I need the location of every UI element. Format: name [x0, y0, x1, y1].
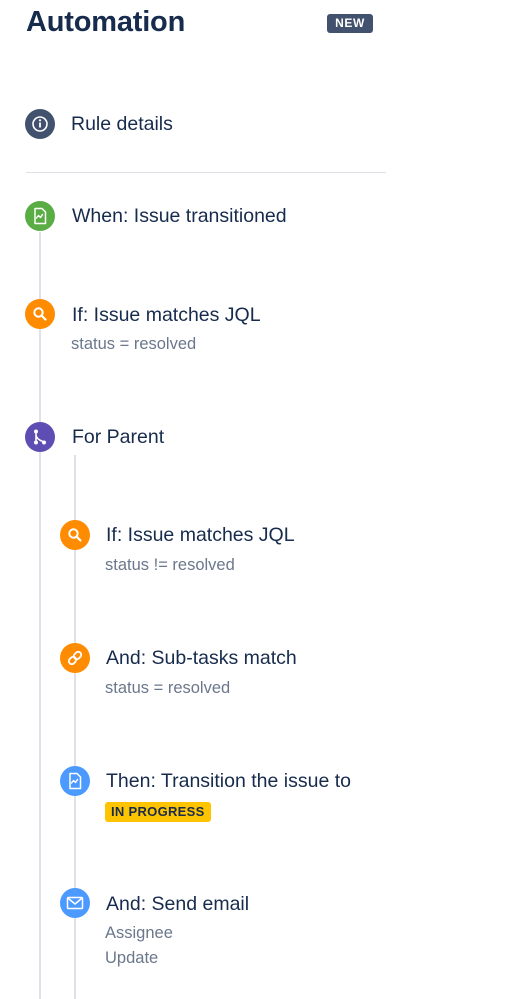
new-badge: NEW	[327, 14, 373, 33]
nested-condition-detail: status != resolved	[105, 556, 235, 574]
email-detail-assignee: Assignee	[105, 924, 173, 942]
subtasks-detail: status = resolved	[105, 679, 231, 697]
search-icon[interactable]	[60, 520, 90, 550]
trigger-icon[interactable]	[25, 201, 55, 231]
nested-condition-label[interactable]: If: Issue matches JQL	[106, 524, 295, 547]
link-icon[interactable]	[60, 643, 90, 673]
rule-details-label[interactable]: Rule details	[71, 113, 173, 136]
transition-icon[interactable]	[60, 766, 90, 796]
condition-label[interactable]: If: Issue matches JQL	[72, 304, 261, 327]
email-icon[interactable]	[60, 888, 90, 918]
trigger-label[interactable]: When: Issue transitioned	[72, 205, 287, 228]
status-lozenge: IN PROGRESS	[105, 802, 211, 822]
condition-detail: status = resolved	[71, 335, 197, 353]
subtasks-label[interactable]: And: Sub-tasks match	[106, 647, 297, 670]
page-title: Automation	[26, 6, 186, 38]
branch-icon[interactable]	[25, 422, 55, 452]
email-detail-update: Update	[105, 949, 159, 967]
divider	[26, 172, 386, 173]
email-label[interactable]: And: Send email	[106, 893, 249, 916]
info-icon[interactable]	[25, 109, 55, 139]
timeline-line	[39, 232, 41, 999]
branch-label[interactable]: For Parent	[72, 426, 164, 449]
search-icon[interactable]	[25, 299, 55, 329]
transition-label[interactable]: Then: Transition the issue to	[106, 770, 351, 793]
